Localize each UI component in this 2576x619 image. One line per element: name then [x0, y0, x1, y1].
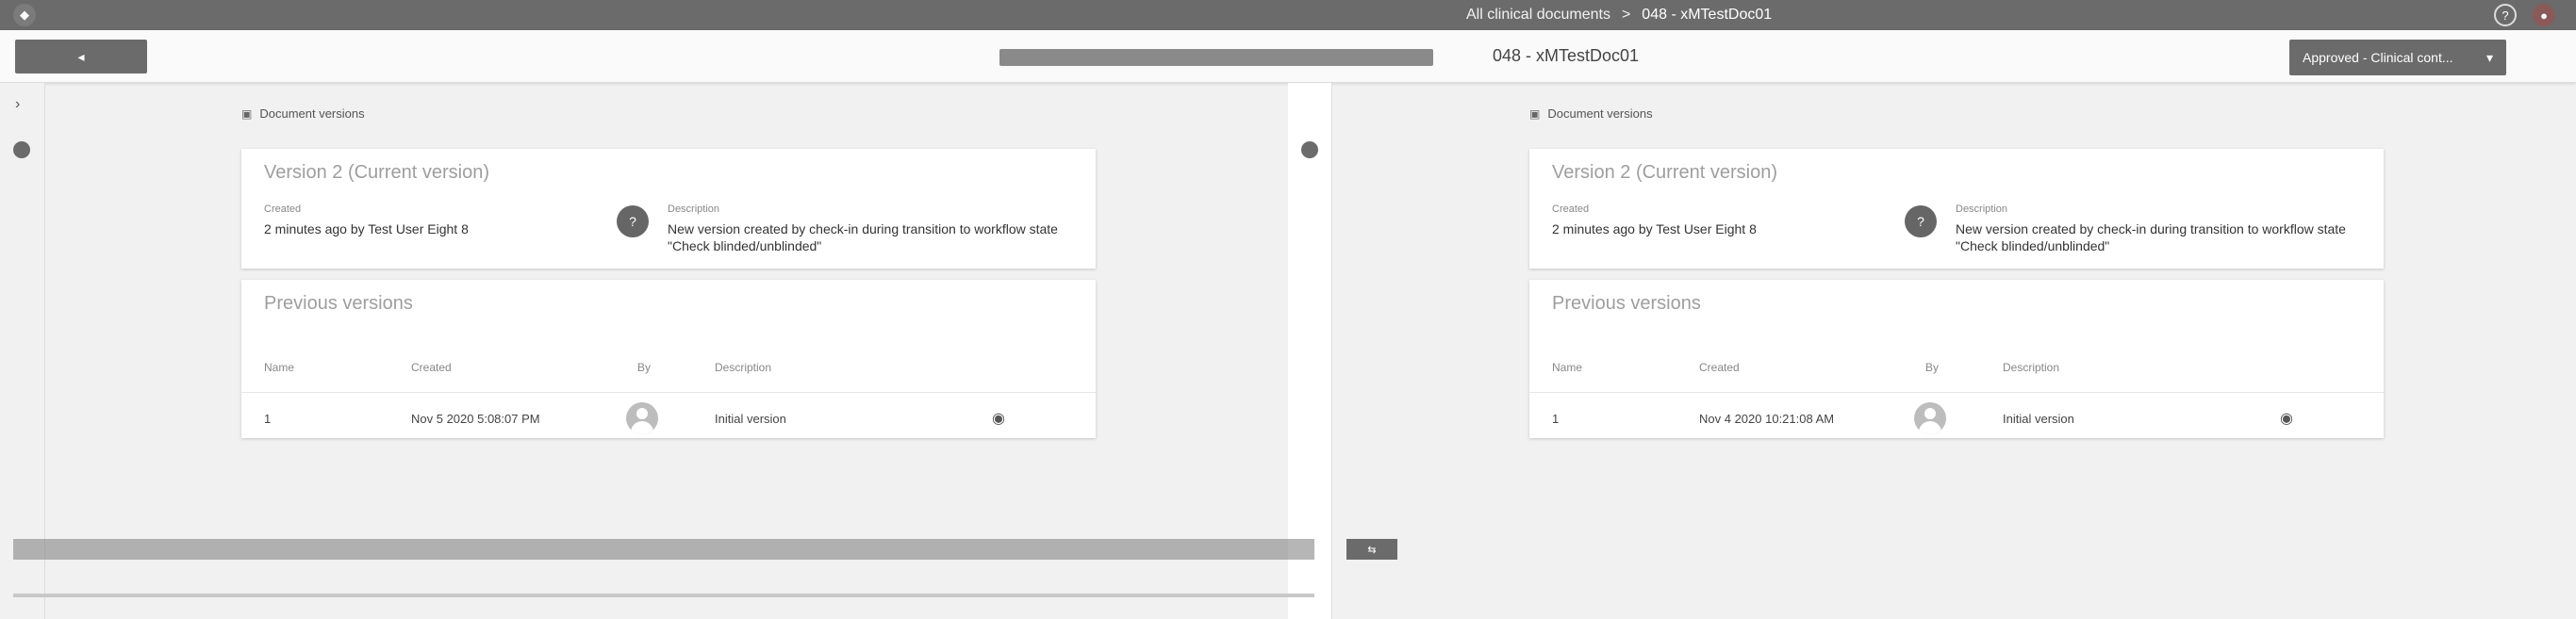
row-description: Initial version: [715, 412, 786, 426]
current-version-title: Version 2 (Current version): [1552, 162, 1777, 183]
creator-avatar: ?: [1905, 205, 1937, 237]
column-header-created[interactable]: Created: [411, 361, 452, 374]
row-created: Nov 4 2020 10:21:08 AM: [1699, 412, 1835, 426]
section-header: ▣ Document versions: [241, 106, 365, 121]
scroll-handle-tag[interactable]: ⇆: [1346, 539, 1397, 560]
section-title: Document versions: [1547, 106, 1653, 121]
current-version-card: Version 2 (Current version) Created 2 mi…: [1529, 149, 2384, 269]
document-toolbar: ◂ 048 - xMTestDoc01 Approved - Clinical …: [0, 30, 2576, 83]
created-value: 2 minutes ago by Test User Eight 8: [264, 221, 469, 236]
column-header-by[interactable]: By: [1925, 361, 1939, 374]
previous-versions-title: Previous versions: [264, 293, 413, 314]
bottom-scroll-track[interactable]: [13, 594, 1314, 597]
breadcrumb-all-documents[interactable]: All clinical documents: [1466, 7, 1610, 24]
expand-chevron-icon[interactable]: ›: [15, 96, 20, 113]
toolbar-progress-bar: [999, 49, 1433, 66]
horizontal-scrollbar[interactable]: [13, 539, 1314, 560]
document-versions-icon: ▣: [241, 106, 253, 121]
splitter-handle-icon[interactable]: [13, 141, 30, 158]
view-version-eye-icon[interactable]: ◉: [986, 412, 1011, 427]
row-name: 1: [264, 412, 272, 426]
workflow-status-label: Approved - Clinical cont...: [2303, 50, 2453, 65]
section-title: Document versions: [259, 106, 365, 121]
pane-divider[interactable]: [1331, 83, 1332, 619]
row-user-avatar: [626, 402, 658, 434]
table-header-rule: [1529, 392, 2384, 393]
splitter-handle-icon[interactable]: [1301, 141, 1318, 158]
row-user-avatar: [1914, 402, 1946, 434]
column-header-description[interactable]: Description: [715, 361, 771, 374]
chevron-down-icon: ▾: [2485, 49, 2493, 65]
column-header-name[interactable]: Name: [264, 361, 294, 374]
row-created: Nov 5 2020 5:08:07 PM: [411, 412, 540, 426]
previous-versions-card: Previous versions Name Created By Descri…: [241, 280, 1096, 438]
row-description: Initial version: [2003, 412, 2074, 426]
created-label: Created: [1552, 204, 1590, 215]
section-header: ▣ Document versions: [1529, 106, 1653, 121]
help-icon[interactable]: ?: [2494, 4, 2517, 26]
created-label: Created: [264, 204, 302, 215]
description-value: New version created by check-in during t…: [668, 221, 1058, 253]
app-logo-icon[interactable]: ◆: [13, 4, 36, 26]
view-version-eye-icon[interactable]: ◉: [2274, 412, 2299, 427]
creator-avatar: ?: [617, 205, 649, 237]
current-version-card: Version 2 (Current version) Created 2 mi…: [241, 149, 1096, 269]
workflow-status-button[interactable]: Approved - Clinical cont... ▾: [2289, 40, 2506, 75]
previous-versions-card: Previous versions Name Created By Descri…: [1529, 280, 2384, 438]
column-header-name[interactable]: Name: [1552, 361, 1582, 374]
description-label: Description: [1956, 204, 2008, 215]
description-label: Description: [668, 204, 720, 215]
breadcrumb-separator: >: [1621, 7, 1631, 23]
row-name: 1: [1552, 412, 1560, 426]
description-value: New version created by check-in during t…: [1956, 221, 2346, 253]
top-app-bar: ◆ All clinical documents > 048 - xMTestD…: [0, 0, 2576, 30]
document-title: 048 - xMTestDoc01: [1493, 46, 1640, 65]
breadcrumb-current-document: 048 - xMTestDoc01: [1642, 7, 1773, 23]
current-version-title: Version 2 (Current version): [264, 162, 489, 183]
column-header-created[interactable]: Created: [1699, 361, 1740, 374]
user-avatar-icon[interactable]: ●: [2533, 4, 2555, 26]
back-button[interactable]: ◂: [15, 40, 147, 73]
created-value: 2 minutes ago by Test User Eight 8: [1552, 221, 1757, 236]
column-header-by[interactable]: By: [637, 361, 651, 374]
table-header-rule: [241, 392, 1096, 393]
previous-versions-title: Previous versions: [1552, 293, 1701, 314]
breadcrumb: All clinical documents > 048 - xMTestDoc…: [1466, 0, 1772, 30]
document-versions-icon: ▣: [1529, 106, 1541, 121]
column-header-description[interactable]: Description: [2003, 361, 2059, 374]
